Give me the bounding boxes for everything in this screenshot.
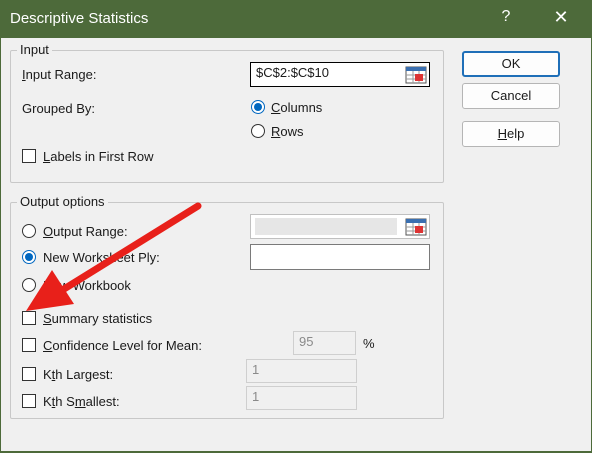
help-button[interactable]: Help	[462, 121, 560, 147]
kth-smallest-field[interactable]: 1	[246, 386, 357, 410]
output-range-label[interactable]: Output Range:	[43, 224, 128, 239]
cancel-button[interactable]: Cancel	[462, 83, 560, 109]
kth-largest-field[interactable]: 1	[246, 359, 357, 383]
columns-radio[interactable]	[251, 100, 265, 114]
labels-first-row-label[interactable]: Labels in First Row	[43, 149, 154, 164]
new-worksheet-label[interactable]: New Worksheet Ply:	[43, 250, 160, 265]
new-worksheet-radio[interactable]	[22, 250, 36, 264]
kth-smallest-label[interactable]: Kth Smallest:	[43, 394, 120, 409]
confidence-level-checkbox[interactable]	[22, 338, 36, 352]
output-options-legend: Output options	[17, 194, 108, 209]
confidence-level-label[interactable]: Confidence Level for Mean:	[43, 338, 202, 353]
output-range-radio[interactable]	[22, 224, 36, 238]
window-title: Descriptive Statistics	[10, 10, 149, 27]
kth-largest-checkbox[interactable]	[22, 367, 36, 381]
input-legend: Input	[17, 42, 52, 57]
labels-first-row-checkbox[interactable]	[22, 149, 36, 163]
close-icon[interactable]: ✕	[551, 7, 571, 28]
confidence-level-value: 95	[299, 334, 314, 349]
columns-label[interactable]: Columns	[271, 100, 322, 115]
new-worksheet-field[interactable]	[250, 244, 430, 270]
range-selector-icon[interactable]	[405, 218, 427, 236]
kth-largest-value: 1	[252, 362, 260, 377]
input-range-field[interactable]: $C$2:$C$10	[250, 62, 430, 87]
title-bar: Descriptive Statistics ? ✕	[0, 0, 592, 38]
kth-largest-label[interactable]: Kth Largest:	[43, 367, 113, 382]
rows-label[interactable]: Rows	[271, 124, 304, 139]
kth-smallest-value: 1	[252, 389, 260, 404]
input-range-label: Input Range:	[22, 67, 97, 82]
grouped-by-label: Grouped By:	[22, 101, 95, 116]
ok-button[interactable]: OK	[462, 51, 560, 77]
percent-sign: %	[363, 336, 375, 351]
help-icon[interactable]: ?	[496, 8, 516, 26]
confidence-level-field[interactable]: 95	[293, 331, 356, 355]
dialog-body: Input Input Range: $C$2:$C$10 Grouped By…	[0, 38, 592, 453]
new-workbook-radio[interactable]	[22, 278, 36, 292]
output-range-field[interactable]	[250, 214, 430, 239]
kth-smallest-checkbox[interactable]	[22, 394, 36, 408]
summary-statistics-checkbox[interactable]	[22, 311, 36, 325]
new-workbook-label[interactable]: New Workbook	[43, 278, 131, 293]
range-selector-icon[interactable]	[405, 66, 427, 84]
input-range-value: $C$2:$C$10	[256, 65, 329, 80]
summary-statistics-label[interactable]: Summary statistics	[43, 311, 152, 326]
output-range-disabled-area	[255, 218, 397, 235]
rows-radio[interactable]	[251, 124, 265, 138]
